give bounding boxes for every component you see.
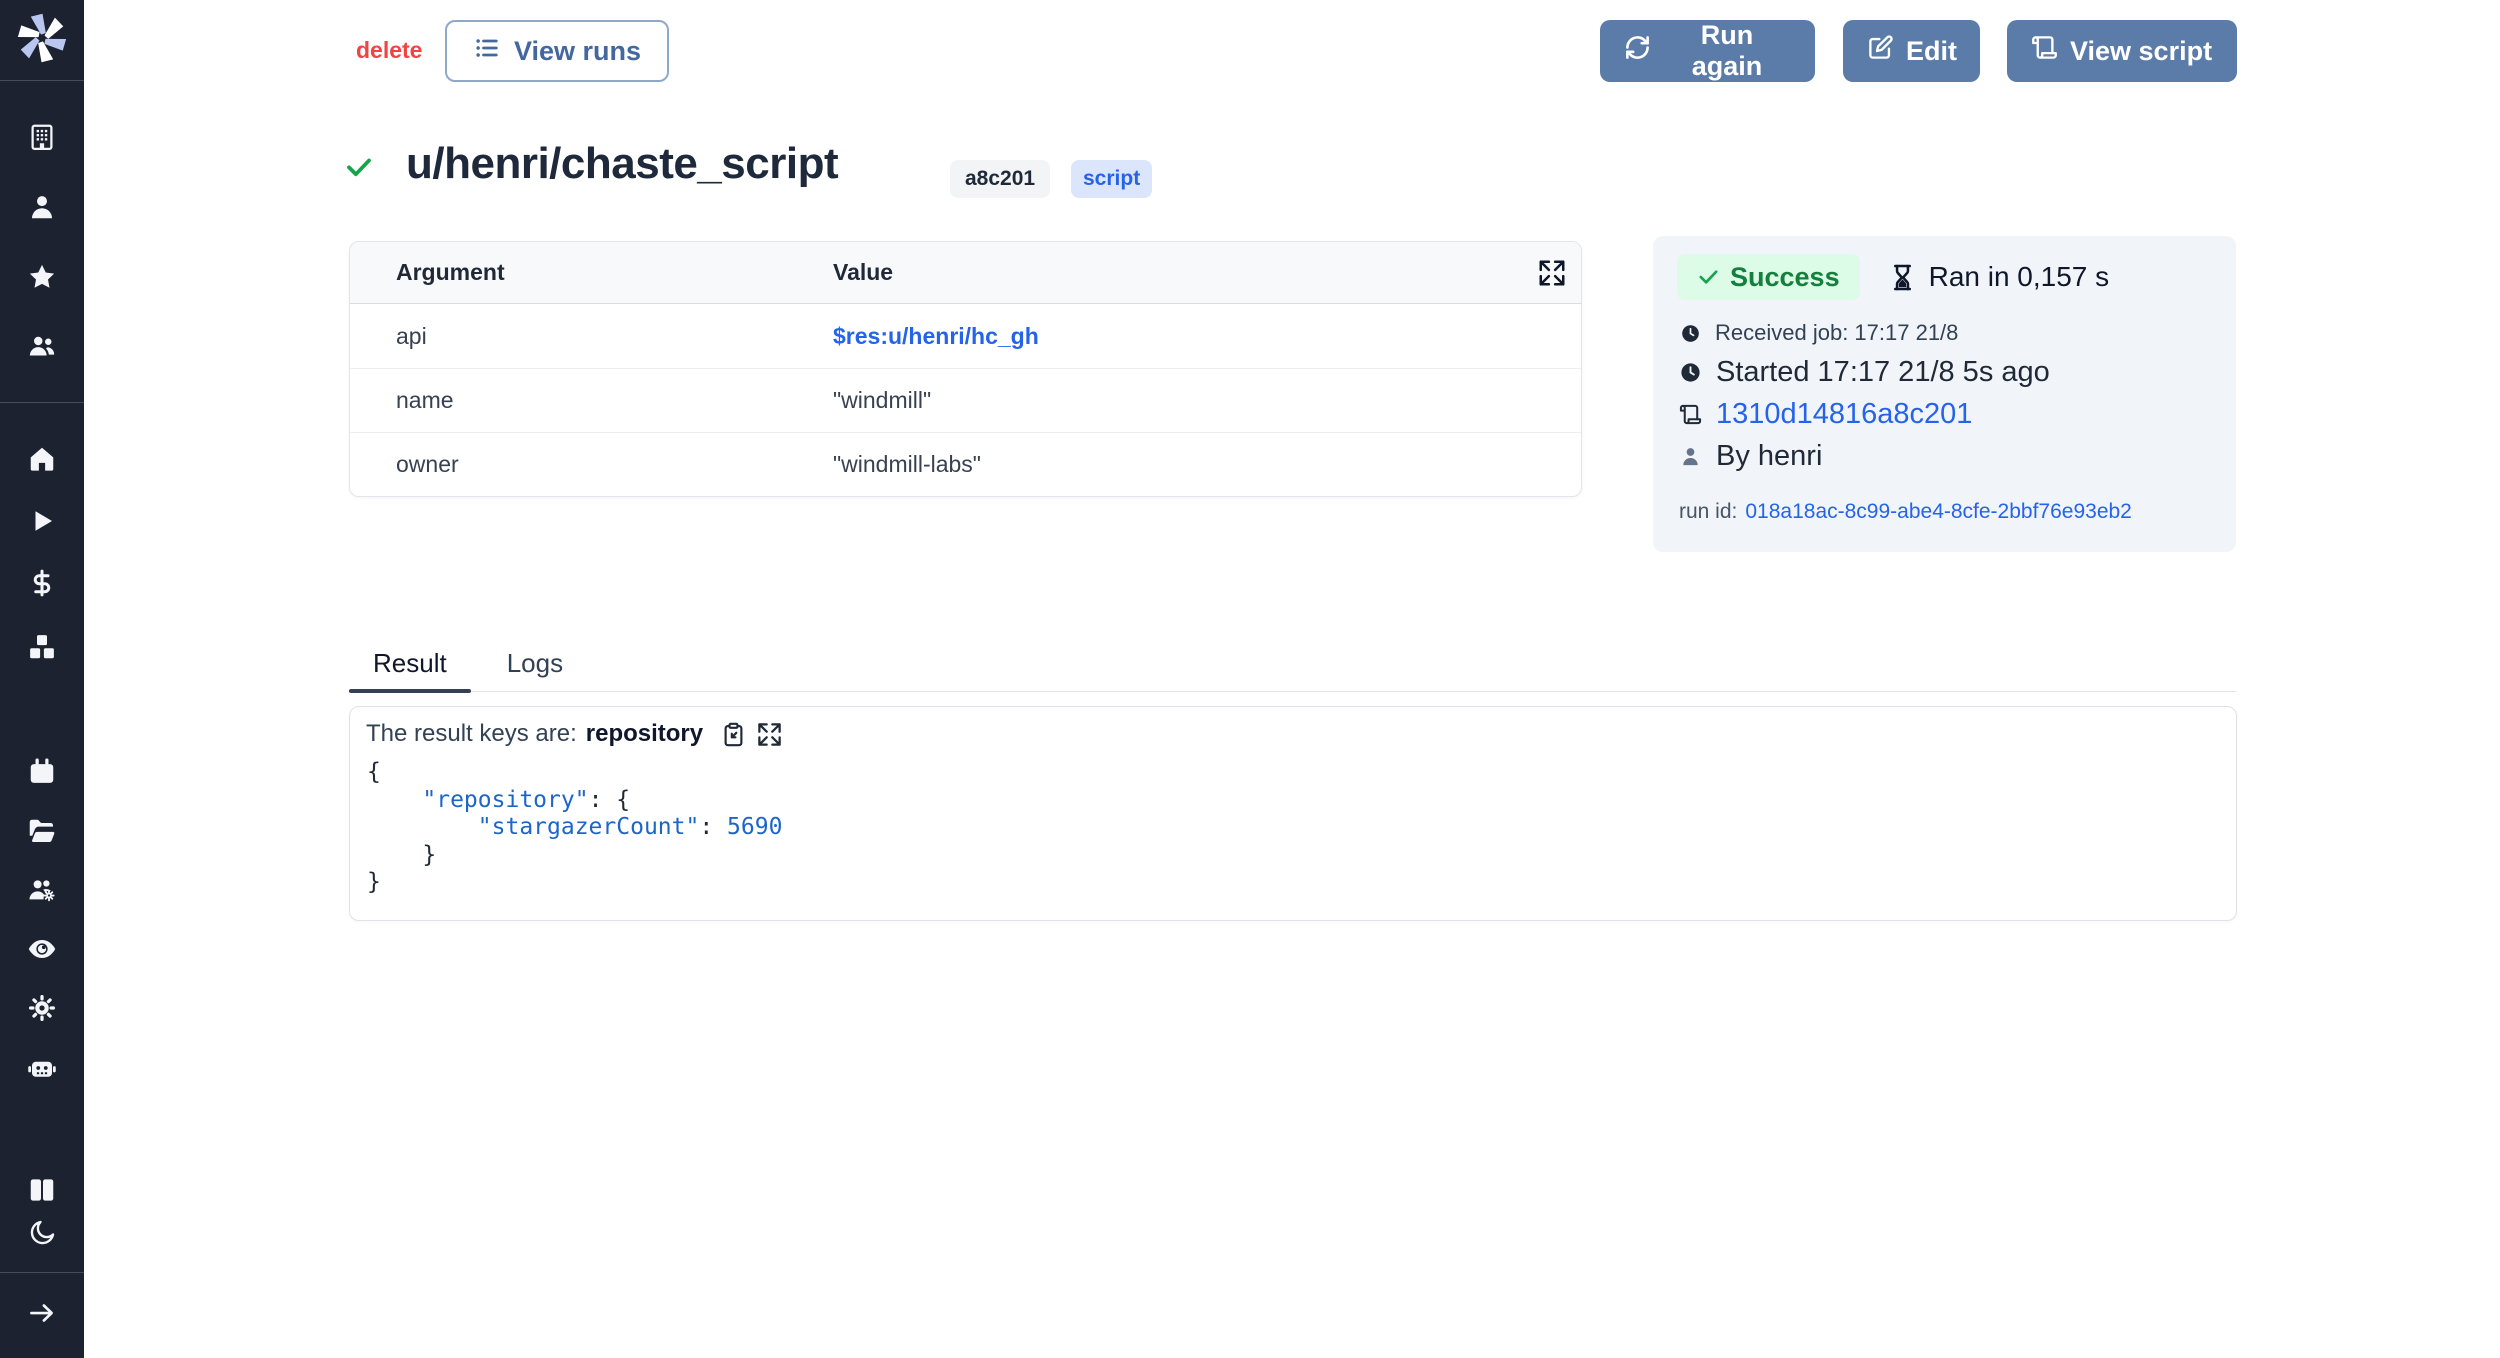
users-icon[interactable] — [27, 331, 57, 361]
folder-open-icon[interactable] — [27, 816, 57, 846]
edit-label: Edit — [1906, 36, 1957, 67]
by-row: By henri — [1679, 440, 1822, 473]
status-badge: Success — [1677, 254, 1860, 300]
scroll-icon — [1679, 403, 1702, 426]
clock-icon — [1680, 323, 1701, 344]
job-status-card: Success Ran in 0,157 s Received job: 17:… — [1653, 236, 2236, 552]
expand-icon[interactable] — [756, 721, 783, 748]
received-text: Received job: 17:17 21/8 — [1715, 320, 1958, 346]
arguments-table: Argument Value api $res:u/henri/hc_gh na… — [349, 241, 1582, 497]
argument-cell: api — [350, 323, 833, 350]
duration-text: Ran in 0,157 s — [1929, 261, 2110, 293]
status-row: Success Ran in 0,157 s — [1677, 254, 2109, 300]
arrow-right-icon[interactable] — [27, 1298, 57, 1328]
result-panel: The result keys are: repository { "repos… — [349, 706, 2237, 921]
delete-button[interactable]: delete — [356, 37, 422, 64]
run-id-row: run id: 018a18ac-8c99-abe4-8cfe-2bbf76e9… — [1679, 500, 2132, 524]
windmill-logo-icon[interactable] — [17, 13, 67, 63]
arguments-table-header: Argument Value — [350, 242, 1581, 304]
args-table-body: api $res:u/henri/hc_gh name "windmill" o… — [350, 304, 1581, 496]
view-runs-button[interactable]: View runs — [445, 20, 669, 82]
run-id-link[interactable]: 018a18ac-8c99-abe4-8cfe-2bbf76e93eb2 — [1745, 500, 2131, 524]
page-title: u/henri/chaste_script — [406, 139, 838, 189]
user-icon[interactable] — [27, 192, 57, 222]
argument-cell: owner — [350, 451, 833, 478]
tab-logs[interactable]: Logs — [479, 636, 591, 691]
value-cell: "windmill" — [833, 387, 1581, 414]
result-tabs: Result Logs — [349, 636, 2237, 692]
view-script-label: View script — [2070, 36, 2212, 67]
run-id-label: run id: — [1679, 500, 1737, 524]
by-text: By henri — [1716, 440, 1822, 473]
cubes-icon[interactable] — [27, 632, 57, 662]
star-icon[interactable] — [27, 262, 57, 292]
argument-column-header: Argument — [350, 259, 833, 286]
expand-icon[interactable] — [1537, 258, 1567, 288]
calendar-icon[interactable] — [27, 756, 57, 786]
refresh-icon — [1624, 34, 1651, 68]
value-column-header: Value — [833, 259, 1581, 286]
clipboard-copy-icon[interactable] — [720, 721, 747, 748]
result-keys-value: repository — [586, 720, 703, 748]
home-icon[interactable] — [27, 444, 57, 474]
robot-icon[interactable] — [27, 1053, 57, 1083]
sidebar — [0, 0, 84, 1358]
script-hash-link[interactable]: 1310d14816a8c201 — [1716, 398, 1972, 431]
play-icon[interactable] — [27, 506, 57, 536]
table-row: api $res:u/henri/hc_gh — [350, 304, 1581, 368]
received-row: Received job: 17:17 21/8 — [1680, 320, 1958, 346]
eye-icon[interactable] — [27, 934, 57, 964]
hourglass-icon — [1888, 263, 1917, 292]
value-cell[interactable]: $res:u/henri/hc_gh — [833, 323, 1581, 350]
tab-result[interactable]: Result — [349, 636, 471, 691]
edit-icon — [1867, 34, 1894, 68]
started-row: Started 17:17 21/8 5s ago — [1679, 356, 2050, 389]
moon-icon[interactable] — [27, 1218, 57, 1248]
scroll-icon — [2031, 34, 2058, 68]
result-json-code: { "repository": { "stargazerCount": 5690… — [367, 759, 782, 897]
view-runs-label: View runs — [514, 36, 641, 67]
building-icon[interactable] — [27, 122, 57, 152]
value-cell: "windmill-labs" — [833, 451, 1581, 478]
page: delete View runs Run again Edit View scr… — [0, 0, 2500, 1358]
person-icon — [1679, 445, 1702, 468]
sidebar-divider — [0, 402, 84, 403]
result-keys-prefix: The result keys are: — [366, 720, 577, 748]
user-group-gear-icon[interactable] — [27, 875, 57, 905]
script-kind-badge: script — [1071, 160, 1152, 198]
run-again-label: Run again — [1663, 20, 1791, 82]
view-script-button[interactable]: View script — [2007, 20, 2237, 82]
hash-badge: a8c201 — [950, 160, 1050, 198]
started-text: Started 17:17 21/8 5s ago — [1716, 356, 2050, 389]
argument-cell: name — [350, 387, 833, 414]
gear-icon[interactable] — [27, 993, 57, 1023]
result-keys-line: The result keys are: repository — [366, 720, 783, 748]
dollar-icon[interactable] — [27, 568, 57, 598]
script-hash-row: 1310d14816a8c201 — [1679, 398, 1972, 431]
table-row: name "windmill" — [350, 368, 1581, 432]
run-again-button[interactable]: Run again — [1600, 20, 1815, 82]
edit-button[interactable]: Edit — [1843, 20, 1980, 82]
clock-icon — [1679, 361, 1702, 384]
list-icon — [473, 34, 501, 69]
table-row: owner "windmill-labs" — [350, 432, 1581, 496]
sidebar-divider — [0, 80, 84, 81]
book-icon[interactable] — [27, 1175, 57, 1205]
check-icon — [1697, 266, 1720, 289]
sidebar-divider — [0, 1272, 84, 1273]
success-check-icon — [344, 153, 374, 183]
